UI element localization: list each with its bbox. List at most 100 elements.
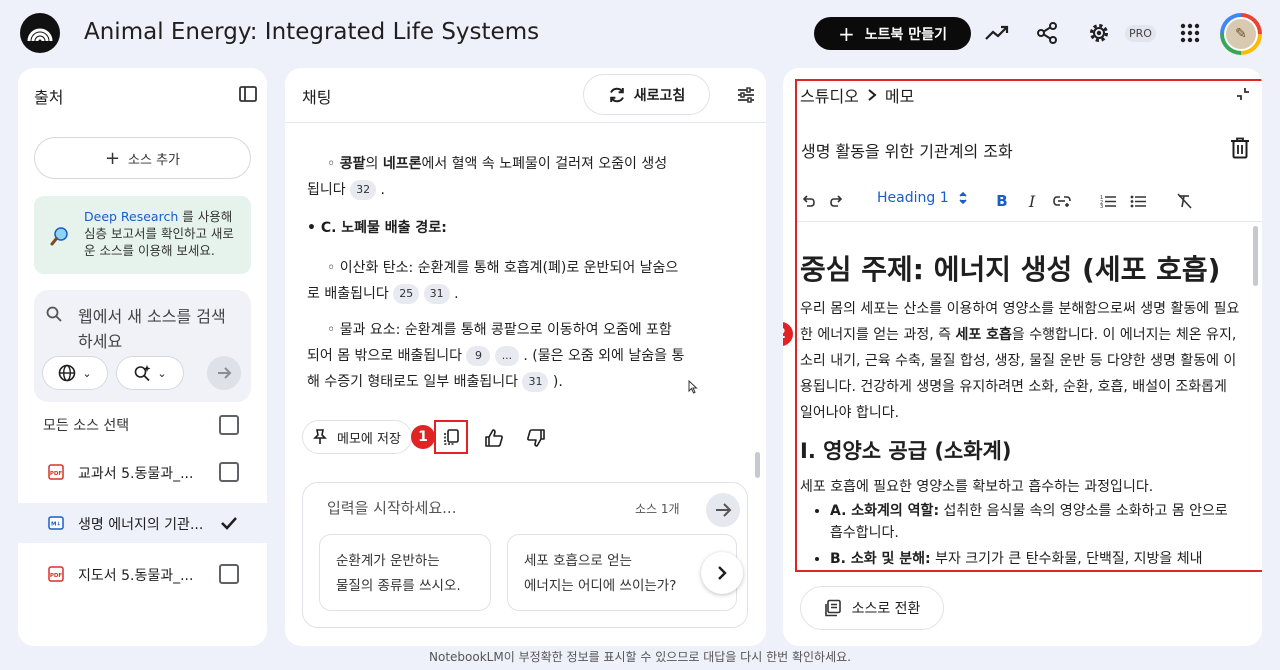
citation-chip[interactable]: ... [494,346,519,366]
analytics-icon[interactable] [984,20,1010,46]
web-search-input[interactable]: 웹에서 새 소스를 검색하세요 [78,304,238,354]
chat-response-line: 로 배출됩니다 25 31 . [307,284,459,304]
add-source-button[interactable]: + 소스 추가 [34,137,251,179]
notebook-title[interactable]: Animal Energy: Integrated Life Systems [84,19,539,45]
deep-research-link[interactable]: Deep Research [84,209,178,224]
save-to-note-button[interactable]: 메모에 저장 [302,420,412,454]
note-scrollbar[interactable] [1253,226,1258,286]
heading-style-dropdown[interactable]: Heading 1 [877,190,967,206]
note-title[interactable]: 생명 활동을 위한 기관계의 조화 [801,138,1013,162]
source-checkbox[interactable] [219,513,239,533]
share-icon[interactable] [1034,20,1060,46]
note-heading-2: I. 영양소 공급 (소화계) [800,439,1012,463]
source-checkbox[interactable] [219,564,239,584]
breadcrumb-studio[interactable]: 스튜디오 [800,83,859,107]
select-all-checkbox[interactable] [219,415,239,435]
settings-gear-icon[interactable] [1086,20,1112,46]
undo-icon[interactable] [797,190,819,212]
globe-icon [59,364,76,382]
next-suggestions-button[interactable] [701,552,743,594]
web-source-dropdown[interactable]: ⌄ [42,356,108,390]
chat-scrollbar[interactable] [755,452,760,478]
numbered-list-icon[interactable]: 123 [1097,190,1119,212]
chat-response-line: 해 수증기 형태로도 일부 배출됩니다 31 ). [307,372,563,392]
save-to-note-label: 메모에 저장 [337,431,401,447]
suggested-question[interactable]: 순환계가 운반하는 물질의 종류를 쓰시오. [319,534,491,611]
chevron-right-icon [868,89,877,101]
bulleted-list-icon[interactable] [1127,190,1149,212]
user-avatar[interactable]: ✎ [1220,13,1262,55]
note-heading-1: 중심 주제: 에너지 생성 (세포 호흡) [800,253,1221,286]
note-paragraph: 우리 몸의 세포는 산소를 이용하여 영양소를 분해함으로써 생명 활동에 필요… [800,301,1240,421]
chat-response-heading: • C. 노폐물 배출 경로: [307,220,447,236]
source-item[interactable]: M↓ 생명 에너지의 기관... [18,503,267,543]
source-label: 교과서 5.동물과_... [78,466,194,482]
source-count: 소스 1개 [635,502,680,516]
chat-settings-icon[interactable] [737,86,755,108]
sources-panel: 출처 + 소스 추가 Deep Research 를 사용해 심층 보고서를 확… [18,68,267,646]
heading-style-value: Heading 1 [877,190,949,206]
editor-toolbar: Heading 1 B I 123 [795,178,1262,222]
citation-chip[interactable]: 25 [393,284,420,304]
search-submit-button[interactable] [207,356,241,390]
create-notebook-label: 노트북 만들기 [864,26,947,43]
redo-icon[interactable] [826,190,848,212]
markdown-note-icon: M↓ [48,516,64,530]
svg-text:M↓: M↓ [51,521,61,528]
italic-icon[interactable]: I [1021,190,1043,212]
chat-response-line: ◦ 물과 요소: 순환계를 통해 콩팥으로 이동하여 오줌에 포함 [327,322,672,338]
note-paragraph: 세포 호흡에 필요한 영양소를 확보하고 흡수하는 과정입니다. [800,479,1154,495]
note-bullet-list: A. 소화계의 역할: 섭취한 음식물 속의 영양소를 소화하고 몸 안으로 흡… [830,500,1240,570]
search-icon [46,306,62,326]
deep-research-banner[interactable]: Deep Research 를 사용해 심층 보고서를 확인하고 새로운 소스를… [34,196,251,274]
link-icon[interactable] [1051,190,1073,212]
research-mode-dropdown[interactable]: ⌄ [116,356,184,390]
svg-text:PDF: PDF [50,573,63,579]
avatar-image: ✎ [1224,17,1258,51]
checkmark-icon [221,517,237,530]
citation-chip[interactable]: 32 [350,180,377,200]
thumbs-up-icon[interactable] [482,426,506,450]
bold-icon[interactable]: B [991,190,1013,212]
chat-response-line: 되어 몸 밖으로 배출됩니다 9 ... . (물은 오줌 외에 날숨을 통 [307,346,685,366]
send-button[interactable] [706,493,740,527]
source-label: 생명 에너지의 기관... [78,517,204,533]
delete-trash-icon[interactable] [1230,137,1250,163]
refresh-icon [609,87,624,102]
copy-button[interactable] [434,420,468,454]
notebooklm-logo[interactable] [20,13,60,53]
add-source-label: 소스 추가 [128,152,181,168]
convert-to-source-button[interactable]: 소스로 전환 [800,586,944,630]
chat-input-card: 입력을 시작하세요... 소스 1개 순환계가 운반하는 물질의 종류를 쓰시오… [302,482,748,628]
note-editor[interactable]: 중심 주제: 에너지 생성 (세포 호흡) 우리 몸의 세포는 산소를 이용하여… [800,228,1240,570]
convert-to-source-label: 소스로 전환 [851,601,921,617]
logo-icon [27,28,53,42]
refresh-button[interactable]: 새로고침 [583,74,710,115]
chat-response-line: 됩니다 32 . [307,180,385,200]
chat-response-line: ◦ 이산화 탄소: 순환계를 통해 호흡계(폐)로 운반되어 날숨으 [327,260,679,276]
plus-icon: + [838,21,855,46]
breadcrumb-note: 메모 [884,87,915,106]
create-notebook-button[interactable]: + 노트북 만들기 [814,17,971,50]
collapse-panel-icon[interactable] [239,85,257,107]
pdf-icon: PDF [48,464,64,480]
source-item[interactable]: PDF 교과서 5.동물과_... [18,452,267,492]
chat-input[interactable]: 입력을 시작하세요... [327,497,456,518]
chevron-down-icon: ⌄ [82,366,92,380]
collapse-icon[interactable] [1235,86,1251,106]
source-checkbox[interactable] [219,462,239,482]
apps-grid-icon[interactable] [1177,20,1203,46]
arrow-right-icon [218,367,232,379]
citation-chip[interactable]: 31 [522,372,549,392]
source-item[interactable]: PDF 지도서 5.동물과_... [18,554,267,594]
citation-chip[interactable]: 9 [466,346,491,366]
convert-source-icon [824,599,841,617]
citation-chip[interactable]: 31 [423,284,450,304]
clear-formatting-icon[interactable] [1173,190,1195,212]
pdf-icon: PDF [48,566,64,582]
source-label: 지도서 5.동물과_... [78,568,194,584]
list-item: A. 소화계의 역할: 섭취한 음식물 속의 영양소를 소화하고 몸 안으로 흡… [830,500,1240,544]
sparkle-search-icon [135,365,151,382]
thumbs-down-icon[interactable] [524,426,548,450]
web-search-box: 웹에서 새 소스를 검색하세요 ⌄ ⌄ [34,290,251,402]
